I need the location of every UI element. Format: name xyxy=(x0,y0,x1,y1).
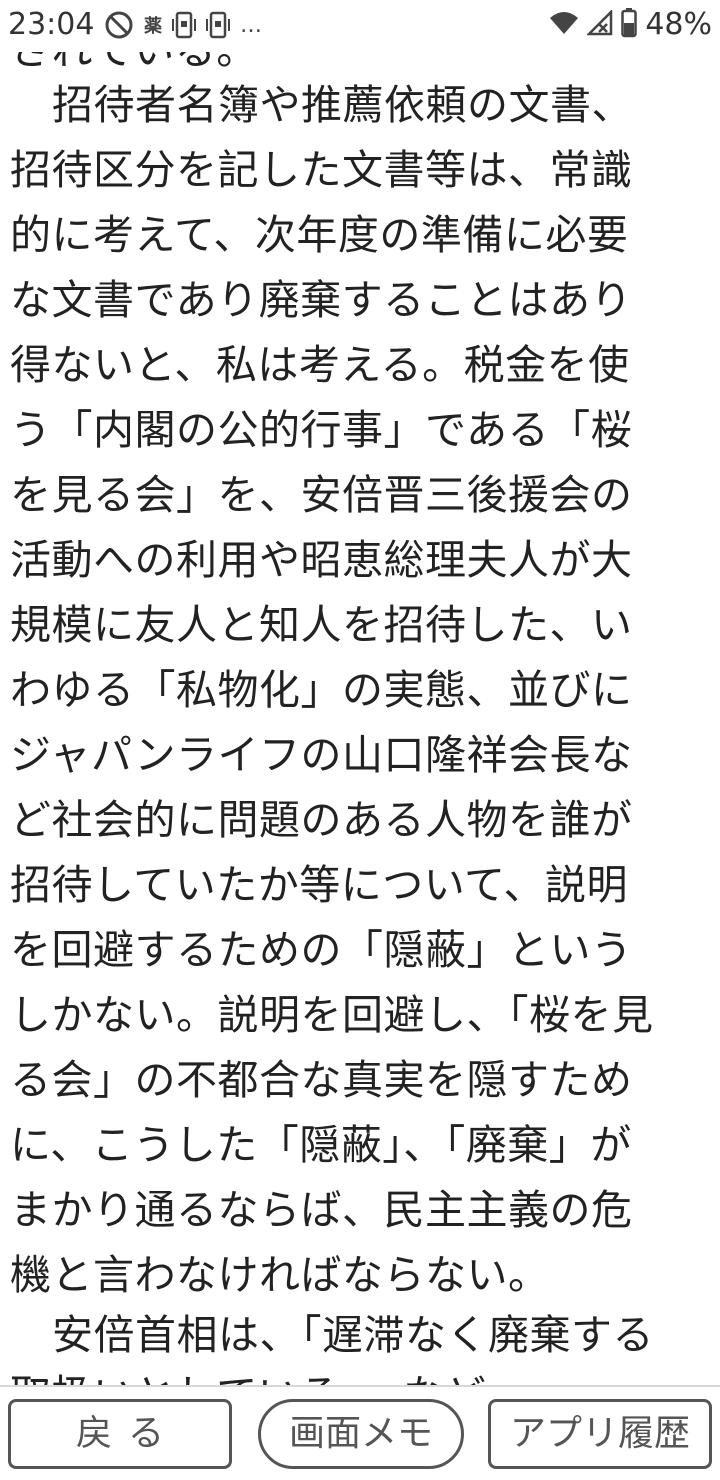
back-button[interactable]: 戻る xyxy=(8,1399,232,1469)
status-time: 23:04 xyxy=(8,7,95,42)
battery-percentage: 48% xyxy=(645,7,712,42)
medicine-icon: 薬 xyxy=(144,16,162,37)
article-line: 的に考えて、次年度の準備に必要 xyxy=(10,211,629,259)
battery-icon xyxy=(621,8,638,42)
wifi-icon xyxy=(549,10,579,40)
status-system-icons: 48% xyxy=(549,6,712,44)
screen-memo-button[interactable]: 画面メモ xyxy=(258,1399,464,1469)
article-line: 機と言わなければならない。 xyxy=(10,1251,550,1299)
phone-icon xyxy=(206,10,230,40)
article-line: 取扱いとしている。」など xyxy=(10,1365,486,1385)
article-line: 招待していたか等について、説明 xyxy=(10,861,628,909)
article-line: る会」の不都合な真実を隠すため xyxy=(10,1056,633,1104)
article-line: 招待区分を記した文書等は、常識 xyxy=(10,146,633,194)
article-line: 招待者名簿や推薦依頼の文書、 xyxy=(52,81,633,129)
bottom-nav-bar: 戻る 画面メモ アプリ履歴 xyxy=(0,1385,720,1480)
article-line: に、こうした「隠蔽」、「廃棄」が xyxy=(10,1121,632,1169)
status-bar: 23:04 薬 … 48% xyxy=(0,0,720,52)
article-line: 得ないと、私は考える。税金を使 xyxy=(10,341,630,389)
phone-icon xyxy=(172,10,196,40)
no-signal-icon xyxy=(586,8,613,40)
block-icon xyxy=(104,10,134,40)
article-line: わゆる「私物化」の実態、並びに xyxy=(10,666,633,714)
article-line: ジャパンライフの山口隆祥会長な xyxy=(10,731,633,779)
article-body[interactable]: されている。 招待者名簿や推薦依頼の文書、 招待区分を記した文書等は、常識 的に… xyxy=(10,0,710,1385)
more-icon: … xyxy=(240,12,263,38)
article-line: しかない。説明を回避し、「桜を見 xyxy=(10,991,654,1039)
article-line: を見る会」を、安倍晋三後援会の xyxy=(10,471,633,519)
article-line: 活動への利用や昭恵総理夫人が大 xyxy=(10,536,633,584)
article-line: な文書であり廃棄することはあり xyxy=(10,276,633,324)
status-notification-icons: 薬 … xyxy=(104,8,263,42)
article-line: を回避するための「隠蔽」という xyxy=(10,926,633,974)
article-line: 規模に友人と知人を招待した、い xyxy=(10,601,633,649)
article-line: う「内閣の公的行事」である「桜 xyxy=(10,406,633,454)
article-line: まかり通るならば、民主主義の危 xyxy=(10,1186,633,1234)
article-line: 安倍首相は、「遅滞なく廃棄する xyxy=(52,1311,654,1359)
app-history-button[interactable]: アプリ履歴 xyxy=(488,1399,712,1469)
article-line: ど社会的に問題のある人物を誰が xyxy=(10,796,633,844)
